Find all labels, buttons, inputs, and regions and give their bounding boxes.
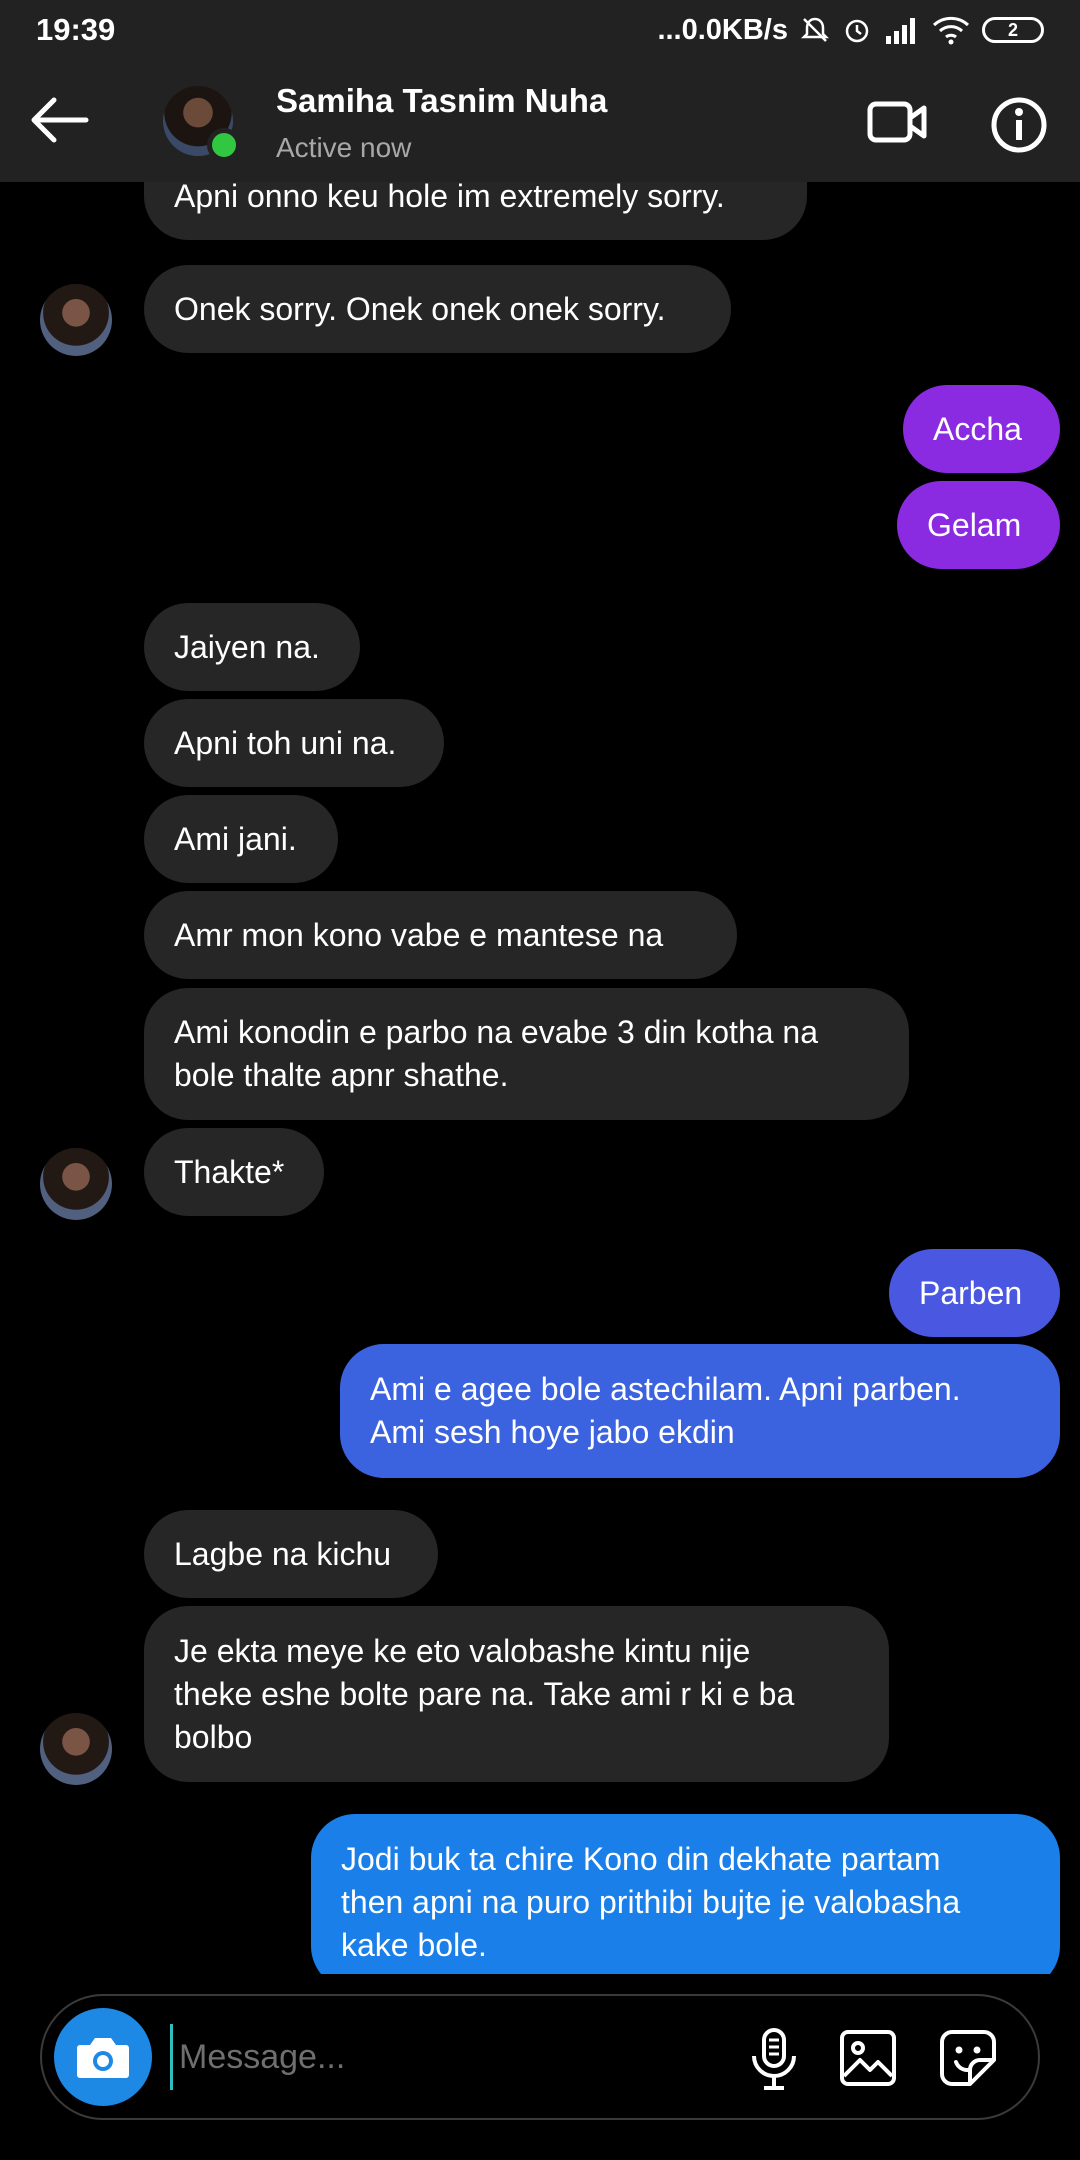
avatar[interactable] bbox=[40, 1148, 112, 1220]
battery-level: 2 bbox=[1007, 19, 1018, 40]
avatar[interactable] bbox=[40, 1713, 112, 1785]
message-text-line: then apni na puro prithibi bujte je valo… bbox=[341, 1883, 961, 1920]
status-bar: 19:39 ...0.0KB/s 2 bbox=[0, 0, 1080, 60]
message-text-line: kake bole. bbox=[341, 1926, 487, 1963]
message-bubble-outgoing[interactable]: Ami e agee bole astechilam. Apni parben.… bbox=[340, 1344, 1060, 1478]
message-text: Thakte* bbox=[174, 1153, 285, 1190]
message-text-line: Je ekta meye ke eto valobashe kintu nije bbox=[174, 1632, 751, 1669]
message-bubble-incoming[interactable]: Ami konodin e parbo na evabe 3 din kotha… bbox=[144, 988, 909, 1120]
message-text: Apni onno keu hole im extremely sorry. bbox=[174, 182, 725, 214]
message-bubble-incoming[interactable]: Lagbe na kichu bbox=[144, 1510, 438, 1598]
back-arrow-icon[interactable] bbox=[26, 90, 96, 150]
message-bubble-incoming[interactable]: Jaiyen na. bbox=[144, 603, 360, 691]
message-bubble-incoming[interactable]: Amr mon kono vabe e mantese na bbox=[144, 891, 737, 979]
message-bubble-outgoing[interactable]: Jodi buk ta chire Kono din dekhate parta… bbox=[311, 1814, 1060, 1974]
message-text-line: Ami konodin e parbo na evabe 3 din kotha… bbox=[174, 1014, 819, 1050]
message-text-line: bolbo bbox=[174, 1718, 253, 1755]
message-text: Lagbe na kichu bbox=[174, 1535, 392, 1572]
info-icon[interactable] bbox=[990, 96, 1048, 154]
camera-button[interactable] bbox=[54, 2008, 152, 2106]
wifi-icon bbox=[932, 16, 970, 45]
message-text-line: Jodi buk ta chire Kono din dekhate parta… bbox=[341, 1840, 941, 1877]
message-bubble-outgoing[interactable]: Parben bbox=[889, 1249, 1060, 1337]
message-text: Ami jani. bbox=[174, 820, 297, 857]
signal-icon bbox=[886, 18, 915, 44]
gallery-icon[interactable] bbox=[836, 2026, 900, 2090]
contact-avatar[interactable] bbox=[163, 86, 241, 162]
message-bubble-incoming[interactable]: Apni onno keu hole im extremely sorry. bbox=[144, 182, 807, 240]
avatar[interactable] bbox=[40, 284, 112, 356]
message-bubble-incoming[interactable]: Ami jani. bbox=[144, 795, 338, 883]
alarm-icon bbox=[845, 19, 869, 43]
message-bubble-outgoing[interactable]: Gelam bbox=[897, 481, 1060, 569]
message-bubble-incoming[interactable]: Thakte* bbox=[144, 1128, 324, 1216]
chat-header: Samiha Tasnim Nuha Active now bbox=[0, 60, 1080, 182]
message-text: Jaiyen na. bbox=[174, 628, 320, 665]
message-composer bbox=[40, 1994, 1040, 2120]
mute-bell-icon bbox=[800, 17, 830, 42]
message-list[interactable]: Apni onno keu hole im extremely sorry. O… bbox=[0, 182, 1080, 1974]
message-bubble-incoming[interactable]: Apni toh uni na. bbox=[144, 699, 444, 787]
message-text-line: theke eshe bolte pare na. Take ami r ki … bbox=[174, 1675, 795, 1712]
message-text: Amr mon kono vabe e mantese na bbox=[174, 916, 664, 953]
message-text-line: bole thalte apnr shathe. bbox=[174, 1057, 509, 1093]
status-icons: ...0.0KB/s 2 bbox=[657, 14, 1044, 47]
message-text: Apni toh uni na. bbox=[174, 724, 397, 761]
message-text-line: Ami sesh hoye jabo ekdin bbox=[370, 1414, 735, 1450]
message-bubble-incoming[interactable]: Je ekta meye ke eto valobashe kintu nije… bbox=[144, 1606, 889, 1782]
battery-indicator: 2 bbox=[982, 17, 1044, 43]
contact-status: Active now bbox=[276, 132, 412, 163]
online-indicator bbox=[207, 128, 241, 162]
message-input[interactable] bbox=[170, 2024, 741, 2090]
message-bubble-incoming[interactable]: Onek sorry. Onek onek onek sorry. bbox=[144, 265, 731, 353]
message-text: Onek sorry. Onek onek onek sorry. bbox=[174, 290, 666, 327]
microphone-icon[interactable] bbox=[742, 2026, 806, 2092]
contact-name[interactable]: Samiha Tasnim Nuha bbox=[276, 82, 607, 120]
message-text: Accha bbox=[933, 410, 1022, 447]
video-call-icon[interactable] bbox=[866, 98, 930, 146]
message-bubble-outgoing[interactable]: Accha bbox=[903, 385, 1060, 473]
network-speed: ...0.0KB/s bbox=[657, 13, 788, 46]
sticker-icon[interactable] bbox=[936, 2026, 1000, 2090]
camera-icon bbox=[77, 2038, 129, 2078]
message-text: Gelam bbox=[927, 506, 1022, 543]
status-time: 19:39 bbox=[36, 12, 116, 47]
message-text-line: Ami e agee bole astechilam. Apni parben. bbox=[370, 1371, 961, 1407]
message-text: Parben bbox=[919, 1274, 1023, 1311]
